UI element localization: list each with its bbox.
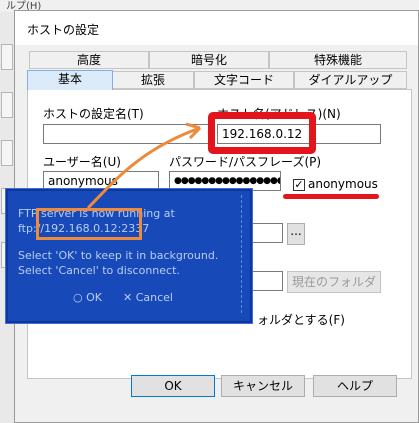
red-underline [283, 194, 379, 199]
red-highlight-box [208, 112, 316, 154]
orange-arrow [86, 122, 202, 210]
